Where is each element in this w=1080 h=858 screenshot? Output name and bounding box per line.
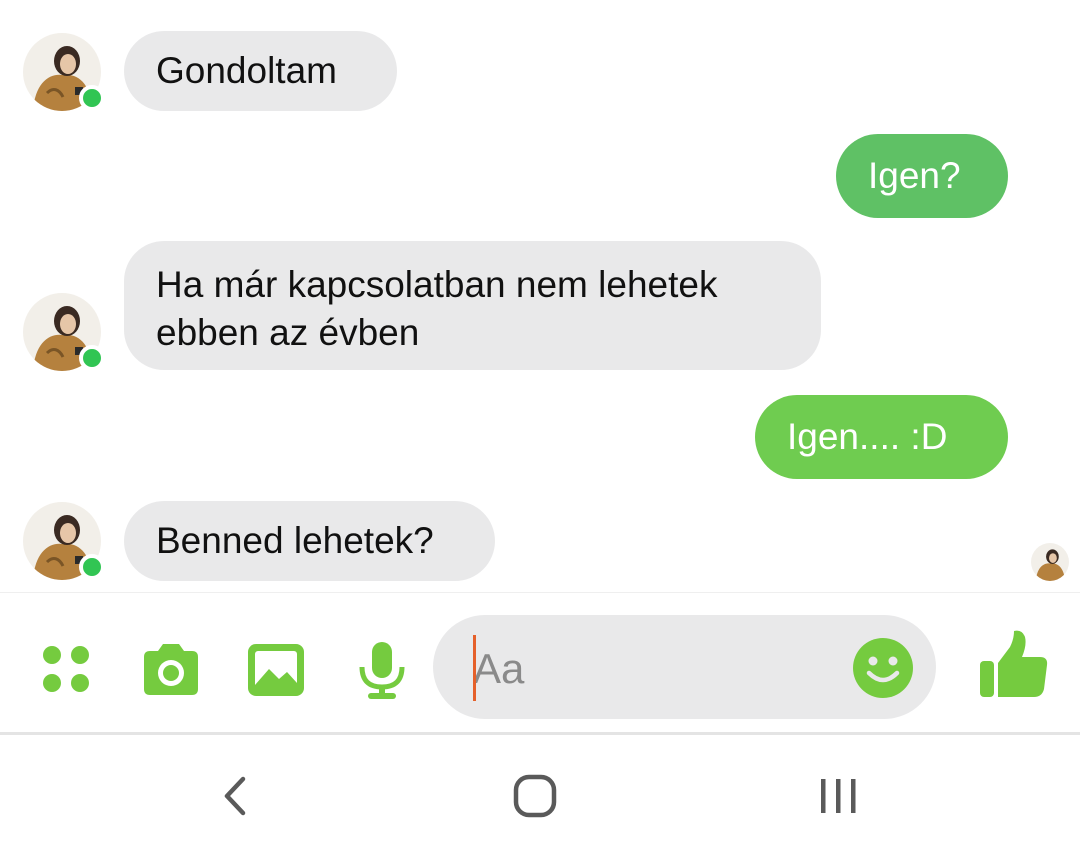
back-icon[interactable] (205, 771, 265, 821)
recents-icon[interactable] (808, 771, 868, 821)
home-icon[interactable] (505, 771, 565, 821)
microphone-icon[interactable] (351, 639, 413, 701)
message-text: Igen.... :D (787, 416, 948, 457)
system-navigation-bar (0, 732, 1080, 858)
online-status-indicator (79, 345, 105, 371)
contact-avatar[interactable] (23, 502, 105, 580)
text-cursor (473, 635, 476, 701)
thumbs-up-icon[interactable] (978, 629, 1050, 701)
message-composer (0, 592, 1080, 733)
online-status-indicator (79, 85, 105, 111)
apps-menu-icon[interactable] (36, 639, 98, 701)
message-bubble-incoming[interactable]: Benned lehetek? (124, 501, 495, 581)
message-input[interactable] (473, 641, 843, 697)
contact-avatar[interactable] (23, 33, 105, 111)
message-bubble-incoming[interactable]: Ha már kapcsolatban nem lehetek ebben az… (124, 241, 821, 370)
camera-icon[interactable] (140, 639, 202, 701)
message-bubble-incoming[interactable]: Gondoltam (124, 31, 397, 111)
message-input-container[interactable] (433, 615, 936, 719)
gallery-icon[interactable] (245, 639, 307, 701)
message-bubble-outgoing[interactable]: Igen.... :D (755, 395, 1008, 479)
avatar-photo (1031, 543, 1069, 581)
seen-receipt-avatar (1031, 543, 1069, 581)
message-text: Benned lehetek? (156, 520, 434, 561)
message-bubble-outgoing[interactable]: Igen? (836, 134, 1008, 218)
message-text: Gondoltam (156, 50, 337, 91)
message-text: Ha már kapcsolatban nem lehetek ebben az… (156, 264, 718, 353)
online-status-indicator (79, 554, 105, 580)
contact-avatar[interactable] (23, 293, 105, 371)
message-text: Igen? (868, 155, 961, 196)
chat-screen: Gondoltam Igen? Ha már kapcsolatban nem … (0, 0, 1080, 858)
smiley-icon[interactable] (852, 637, 914, 699)
